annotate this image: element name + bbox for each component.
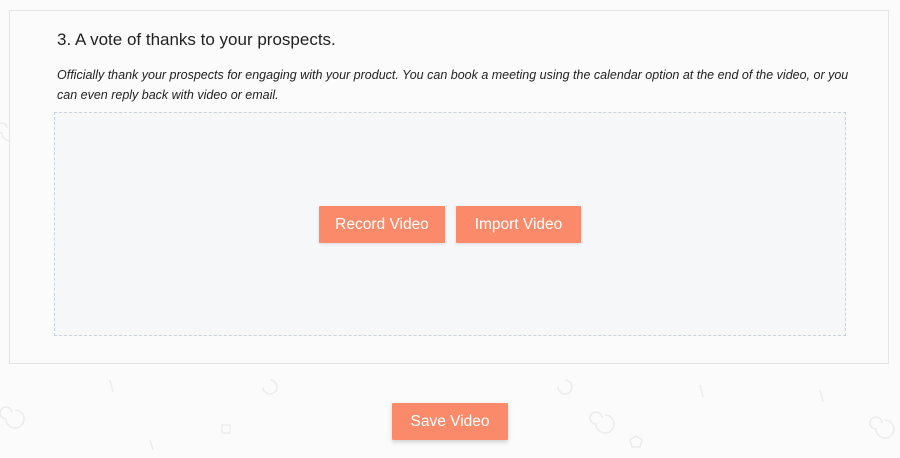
video-dropzone[interactable]: Record Video Import Video	[54, 112, 846, 336]
import-video-button[interactable]: Import Video	[456, 206, 581, 243]
save-video-button[interactable]: Save Video	[392, 403, 508, 440]
step-card: 3. A vote of thanks to your prospects. O…	[9, 10, 889, 364]
record-video-button[interactable]: Record Video	[319, 206, 445, 243]
step-description: Officially thank your prospects for enga…	[57, 68, 849, 102]
step-title: 3. A vote of thanks to your prospects.	[57, 30, 336, 49]
page: 3. A vote of thanks to your prospects. O…	[0, 0, 900, 458]
